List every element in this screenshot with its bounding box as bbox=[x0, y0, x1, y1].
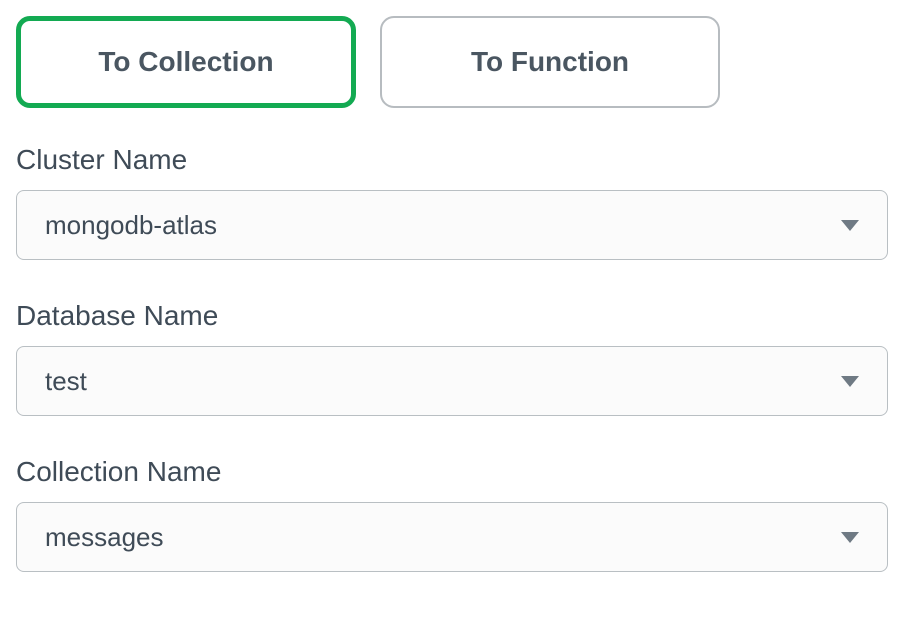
database-name-label: Database Name bbox=[16, 300, 888, 332]
chevron-down-icon bbox=[841, 532, 859, 543]
collection-name-field: Collection Name messages bbox=[16, 456, 888, 572]
tab-label: To Collection bbox=[98, 46, 273, 78]
cluster-name-field: Cluster Name mongodb-atlas bbox=[16, 144, 888, 260]
tab-to-function[interactable]: To Function bbox=[380, 16, 720, 108]
collection-name-value: messages bbox=[45, 522, 164, 553]
chevron-down-icon bbox=[841, 220, 859, 231]
tab-label: To Function bbox=[471, 46, 629, 78]
database-name-field: Database Name test bbox=[16, 300, 888, 416]
destination-tabs: To Collection To Function bbox=[16, 16, 888, 108]
database-name-value: test bbox=[45, 366, 87, 397]
tab-to-collection[interactable]: To Collection bbox=[16, 16, 356, 108]
collection-name-label: Collection Name bbox=[16, 456, 888, 488]
chevron-down-icon bbox=[841, 376, 859, 387]
cluster-name-value: mongodb-atlas bbox=[45, 210, 217, 241]
cluster-name-select[interactable]: mongodb-atlas bbox=[16, 190, 888, 260]
collection-name-select[interactable]: messages bbox=[16, 502, 888, 572]
cluster-name-label: Cluster Name bbox=[16, 144, 888, 176]
database-name-select[interactable]: test bbox=[16, 346, 888, 416]
